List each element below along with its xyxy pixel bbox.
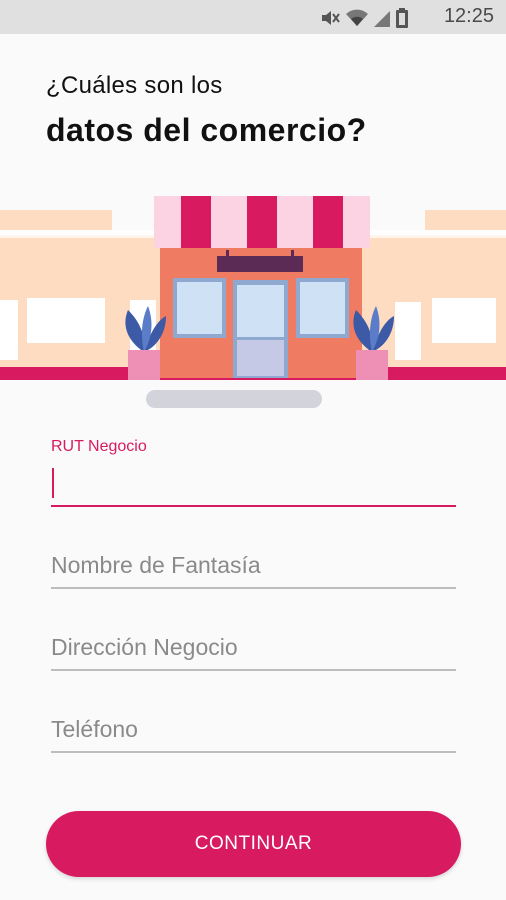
telefono-underline [51,751,456,753]
signal-icon [374,11,390,27]
store-sign [217,256,303,272]
battery-icon [396,8,408,28]
nombre-fantasia-input[interactable] [51,548,456,582]
text-cursor [52,468,54,498]
heading-question-line1: ¿Cuáles son los [46,72,223,99]
rut-label: RUT Negocio [51,438,147,455]
direccion-negocio-input[interactable] [51,630,456,664]
continue-button[interactable]: CONTINUAR [46,811,461,877]
status-time: 12:25 [443,5,494,27]
nombre-underline [51,587,456,589]
store-illustration [0,196,506,408]
direccion-underline [51,669,456,671]
status-icons [320,8,408,28]
rut-input[interactable] [51,470,456,504]
heading-question-line2: datos del comercio? [46,112,367,148]
nombre-field[interactable] [51,548,456,590]
status-bar: 12:25 [0,0,506,34]
store-awning [154,196,370,248]
wifi-icon [346,9,368,26]
rut-underline [51,505,456,507]
rut-field[interactable]: RUT Negocio [51,438,456,510]
telefono-input[interactable] [51,712,456,746]
store-shadow [146,390,322,408]
telefono-field[interactable] [51,712,456,754]
store-door [233,280,288,378]
mute-icon [322,11,340,25]
direccion-field[interactable] [51,630,456,672]
